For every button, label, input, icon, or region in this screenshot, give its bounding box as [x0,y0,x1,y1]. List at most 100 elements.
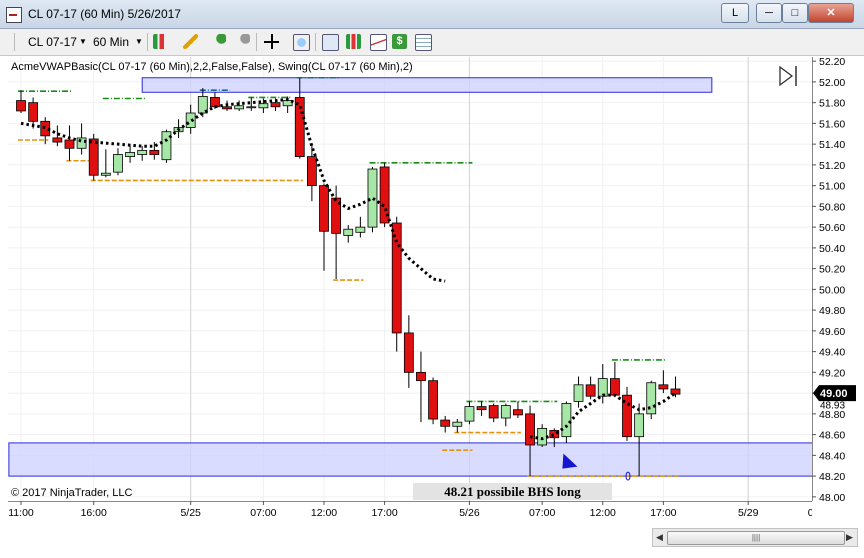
price-tick-label: 51.80 [819,98,845,110]
time-tick-label: 5/29 [738,507,759,519]
interval-selector[interactable]: 60 Min [93,33,129,51]
candle-body [488,405,499,419]
chart-toolbar: CL 07-17 ▼ 60 Min ▼ $ [0,29,864,56]
candle-body [670,388,681,395]
time-tick-label: 16:00 [81,507,107,519]
candle-body [100,172,111,176]
scrollbar-thumb[interactable]: |||| [667,531,845,545]
candle-body [76,137,87,149]
link-button[interactable]: L [721,3,749,23]
time-tick-label: 5/26 [459,507,480,519]
indicator-label: AcmeVWAPBasic(CL 07-17 (60 Min),2,2,Fals… [11,61,413,73]
candle-body [573,384,584,402]
candle-body [282,100,293,107]
time-tick-label: 07:00 [250,507,276,519]
copyright-text: © 2017 NinjaTrader, LLC [11,487,133,499]
minimize-button[interactable]: ─ [756,3,782,23]
candle-body [476,406,487,411]
interval-dropdown-icon[interactable]: ▼ [135,33,143,51]
candle-body [500,405,511,419]
time-tick-label: 17:00 [650,507,676,519]
toolbar-separator [147,33,148,51]
price-zone [8,442,812,477]
candle-body [64,139,75,149]
window-title: CL 07-17 (60 Min) 5/26/2017 [28,7,181,21]
price-axis[interactable]: 48.0048.2048.4048.6048.8049.0049.2049.40… [812,57,856,501]
toolbar-grip [14,33,15,51]
zoom-icon[interactable] [293,34,310,51]
candle-body [585,384,596,397]
current-price-label: 49.00 [820,388,848,400]
candle-body [343,228,354,236]
trade-note-label: 48.21 possibile BHS long [413,483,612,500]
price-tick-label: 48.40 [819,450,845,462]
candle-body [391,222,402,334]
price-tick-label: 48.00 [819,492,845,501]
candle-body [428,380,438,420]
pencil-draw-icon[interactable] [183,34,198,49]
price-tick-label: 50.00 [819,284,845,296]
candle-body [464,406,475,422]
candle-body [646,382,657,415]
close-button[interactable]: ✕ [808,3,854,23]
crosshair-icon[interactable] [264,34,279,49]
price-tick-label: 51.00 [819,181,845,193]
time-axis[interactable]: 11:00 16:00 5/25 07:00 12:00 17:00 5/26 07:00 12… [8,501,812,523]
time-tick-label: 5/25 [180,507,201,519]
candle-body [16,100,26,112]
properties-icon[interactable] [322,34,339,51]
candle-body [270,102,281,108]
candle-body [88,138,99,176]
time-tick-label: 11:00 [8,507,34,519]
time-tick-label: 07:00 [529,507,555,519]
candle-body [440,419,451,427]
scroll-left-icon[interactable]: ◀ [656,532,663,543]
maximize-button[interactable]: □ [782,3,808,23]
price-tick-label: 49.40 [819,347,845,359]
price-tick-label: 50.60 [819,222,845,234]
time-tick-label: 06:45 [808,507,812,519]
price-tick-label: 49.20 [819,367,845,379]
toolbar-separator [256,33,257,51]
window-title-bar: CL 07-17 (60 Min) 5/26/2017 L ─ □ ✕ [0,0,864,29]
price-tick-label: 52.20 [819,57,845,68]
candle-body [537,427,548,446]
chart-icon[interactable] [370,34,387,51]
price-chart[interactable] [8,57,812,501]
scroll-right-icon[interactable]: ▶ [846,532,853,543]
price-tick-label: 51.60 [819,118,845,130]
dollar-icon[interactable]: $ [392,34,407,49]
candle-body [258,103,269,109]
candle-body [306,156,317,187]
candle-body [513,409,523,416]
candle-body [609,378,620,396]
candle-body [525,413,535,446]
price-tick-label: 51.20 [819,160,845,172]
candle-body [355,226,366,233]
pin-marker-icon[interactable] [211,34,226,49]
bars-icon[interactable] [346,34,361,49]
secondary-price-label: 48.93 [820,400,845,411]
candle-body [634,413,645,438]
candle-body [125,152,135,157]
price-tick-label: 48.60 [819,430,845,442]
price-tick-label: 50.40 [819,243,845,255]
candle-body [28,102,39,122]
time-tick-label: 12:00 [590,507,616,519]
instrument-dropdown-icon[interactable]: ▼ [79,33,87,51]
candle-body [319,185,329,232]
candle-body [52,137,63,143]
instrument-selector[interactable]: CL 07-17 [28,33,77,51]
data-box-icon[interactable] [415,34,432,51]
candle-body [561,403,572,438]
pin-alt-icon[interactable] [235,34,250,49]
candle-body [113,154,123,173]
price-tick-label: 49.60 [819,326,845,338]
chart-scrollbar[interactable]: ◀ |||| ▶ [652,528,858,547]
price-tick-label: 49.80 [819,305,845,317]
candle-body [597,378,608,397]
candle-body [137,149,148,155]
time-tick-label: 17:00 [371,507,397,519]
candle-body [149,149,160,155]
bar-type-icon[interactable] [153,34,168,49]
